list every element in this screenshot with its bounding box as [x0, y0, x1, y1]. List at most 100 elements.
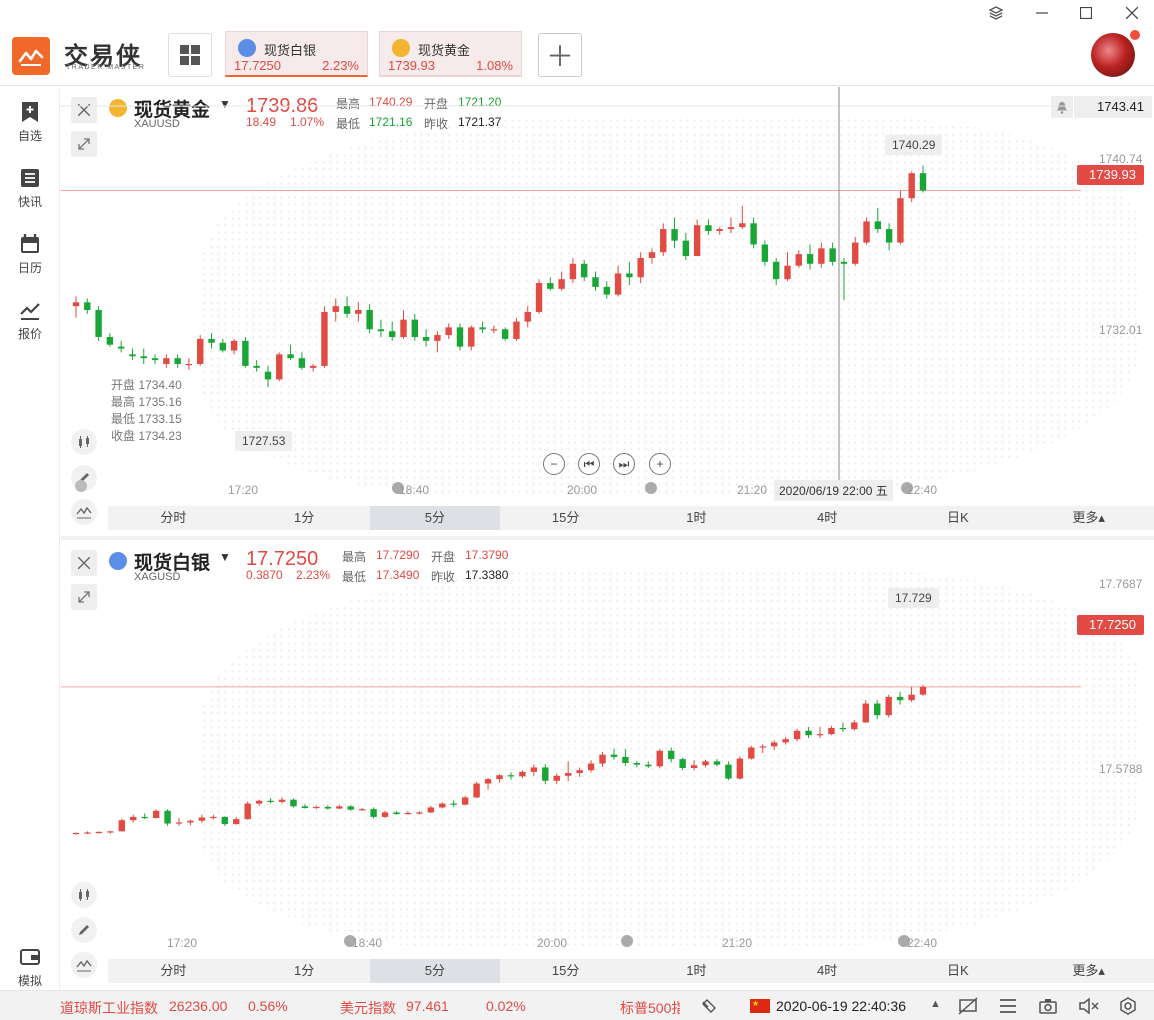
x-axis-tick: 17:20 [167, 936, 198, 950]
candle-body [908, 694, 915, 701]
timeframe-tab-selected[interactable]: 5分 [369, 959, 501, 983]
chevron-up-icon[interactable]: ▲ [930, 998, 941, 1010]
timeframe-tab[interactable]: 1时 [631, 959, 762, 983]
timeframe-tab[interactable]: 15分 [500, 506, 631, 530]
index-name[interactable]: 道琼斯工业指数 [60, 998, 158, 1018]
add-ticker-button[interactable]: ＋ [538, 33, 582, 77]
timeframe-tab[interactable]: 日K [893, 959, 1024, 983]
timeframe-more[interactable]: 更多▴ [1023, 506, 1154, 530]
candle-body [253, 365, 260, 368]
screen-off-icon[interactable] [958, 997, 978, 1018]
x-axis-tick: 22:40 [907, 936, 938, 950]
candle-body [725, 764, 732, 779]
indicator-icon [76, 959, 92, 972]
candle-body [761, 244, 769, 262]
timeframe-tab-selected[interactable]: 5分 [369, 506, 501, 530]
sidebar-item-calendar[interactable]: 日历 [0, 225, 60, 285]
layout-grid-button[interactable] [168, 33, 212, 77]
current-price-tag: 1739.93 [1077, 165, 1144, 185]
ticker-change: 1.08% [476, 58, 513, 73]
zoom-in-button[interactable]: + [649, 453, 671, 475]
candle-body [852, 242, 859, 264]
timeframe-tab[interactable]: 1分 [239, 959, 370, 983]
index-name[interactable]: 标普500指 [620, 998, 680, 1018]
candle-body [507, 775, 515, 777]
candle-body [671, 229, 678, 241]
candle-body [264, 371, 272, 380]
index-name[interactable]: 美元指数 [340, 998, 396, 1018]
candle-body [434, 335, 441, 341]
candle-body [610, 754, 618, 757]
timeframe-tab[interactable]: 4时 [762, 959, 893, 983]
candle-body [278, 799, 286, 802]
timeframe-tab[interactable]: 分时 [108, 959, 239, 983]
close-window-button[interactable] [1121, 4, 1143, 22]
draw-tool-button[interactable] [71, 917, 97, 943]
zoom-out-button[interactable]: − [543, 453, 565, 475]
scroll-start-button[interactable]: ⏮ [578, 453, 600, 475]
camera-icon[interactable] [1038, 997, 1058, 1018]
china-flag-icon: ★ [750, 999, 770, 1013]
candle-body [490, 329, 498, 331]
layers-icon[interactable] [985, 4, 1007, 22]
timeframe-tab[interactable]: 1时 [631, 506, 762, 530]
candle-type-button[interactable] [71, 882, 97, 908]
candle-body [581, 263, 588, 278]
sidebar-item-label: 报价 [17, 327, 42, 341]
indicator-icon [76, 506, 92, 519]
sidebar-item-label: 自选 [17, 129, 42, 143]
x-axis-tick: 18:40 [399, 483, 430, 497]
mute-icon[interactable] [1078, 997, 1100, 1018]
timeframe-tab[interactable]: 1分 [239, 506, 370, 530]
scroll-end-button[interactable]: ⏭ [613, 453, 635, 475]
candle-type-button[interactable] [71, 429, 97, 455]
candle-body [748, 747, 755, 759]
silver-chart-panel: 现货白银 ▼ XAGUSD 17.7250 0.3870 2.23% 最高 17… [61, 540, 1154, 990]
candle-body [839, 728, 847, 730]
sidebar-item-simulate[interactable]: 模拟 [0, 938, 60, 998]
timeframe-tab[interactable]: 4时 [762, 506, 893, 530]
list-icon[interactable] [998, 997, 1018, 1018]
user-avatar[interactable] [1091, 33, 1135, 77]
silver-candlestick-chart [61, 684, 1081, 835]
scroll-dot [75, 480, 87, 492]
ticker-price: 17.7250 [234, 58, 281, 73]
candle-body [355, 310, 362, 314]
candle-body [445, 327, 452, 336]
timeframe-more[interactable]: 更多▴ [1023, 959, 1154, 983]
link-icon[interactable] [700, 997, 718, 1018]
indicator-button[interactable] [71, 952, 97, 978]
maximize-button[interactable] [1075, 4, 1097, 22]
candle-body [784, 265, 791, 280]
sidebar-item-watchlist[interactable]: 自选 [0, 93, 60, 153]
ticker-card-gold[interactable]: 现货黄金 1739.93 1.08% [379, 31, 522, 77]
sidebar-item-quotes[interactable]: 报价 [0, 291, 60, 351]
candle-body [793, 730, 801, 740]
candle-body [626, 273, 633, 278]
timeframe-tab[interactable]: 分时 [108, 506, 239, 530]
candlestick-icon [79, 436, 89, 448]
candlestick-icon [79, 889, 89, 901]
scroll-dot [621, 935, 633, 947]
candle-body [759, 746, 766, 748]
ticker-card-silver[interactable]: 现货白银 17.7250 2.23% [225, 31, 368, 77]
sidebar-item-news[interactable]: 快讯 [0, 159, 60, 219]
y-axis-tick: 17.5788 [1099, 762, 1143, 776]
candle-body [874, 703, 881, 716]
candle-body [535, 283, 543, 312]
candle-body [501, 329, 509, 339]
candle-body [473, 783, 480, 798]
silver-timeframe-bar: 分时 1分 5分 15分 1时 4时 日K 更多▴ [108, 959, 1154, 983]
candle-body [72, 302, 80, 307]
candle-body [547, 283, 554, 289]
settings-icon[interactable] [1118, 997, 1138, 1018]
candle-body [705, 225, 712, 232]
timeframe-tab[interactable]: 15分 [500, 959, 631, 983]
minimize-button[interactable] [1031, 4, 1053, 22]
timeframe-tab[interactable]: 日K [893, 506, 1024, 530]
candle-body [587, 763, 595, 771]
indicator-button[interactable] [71, 499, 97, 525]
candle-body [244, 803, 251, 820]
candle-body [750, 223, 757, 245]
candle-body [818, 248, 825, 264]
